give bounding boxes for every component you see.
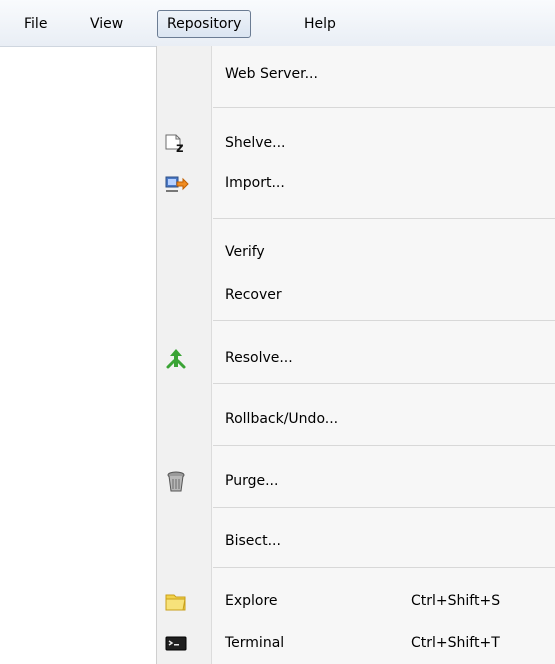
menu-item-import[interactable]: Import... (157, 164, 555, 202)
menu-item-label: Bisect... (225, 533, 281, 549)
shelve-icon: z (163, 130, 189, 156)
folder-icon (163, 588, 189, 614)
menu-item-terminal[interactable]: Terminal Ctrl+Shift+T (157, 624, 555, 662)
menu-separator (213, 445, 555, 446)
menu-item-label: Rollback/Undo... (225, 411, 339, 427)
menu-item-purge[interactable]: Purge... (157, 462, 555, 500)
menu-separator (213, 567, 555, 568)
menu-repository[interactable]: Repository (157, 10, 252, 38)
menu-item-verify[interactable]: Verify (157, 233, 555, 271)
menu-help[interactable]: Help (294, 12, 346, 36)
shortcut-label: Ctrl+Shift+T (411, 635, 500, 651)
menu-item-resolve[interactable]: Resolve... (157, 339, 555, 377)
purge-icon (163, 468, 189, 494)
menu-item-recover[interactable]: Recover (157, 276, 555, 314)
menu-bar: File View Repository Help (0, 0, 555, 47)
menu-item-shelve[interactable]: z Shelve... (157, 124, 555, 162)
menu-item-rollback-undo[interactable]: Rollback/Undo... (157, 400, 555, 438)
menu-item-explore[interactable]: Explore Ctrl+Shift+S (157, 582, 555, 620)
resolve-icon (163, 345, 189, 371)
terminal-icon (163, 630, 189, 656)
menu-file[interactable]: File (14, 12, 57, 36)
menu-separator (213, 107, 555, 108)
menu-item-label: Verify (225, 244, 265, 260)
menu-item-web-server[interactable]: Web Server... (157, 55, 555, 93)
menu-item-label: Web Server... (225, 66, 318, 82)
menu-item-label: Import... (225, 175, 285, 191)
menu-item-label: Terminal (225, 635, 285, 651)
menu-item-label: Recover (225, 287, 282, 303)
menu-item-label: Resolve... (225, 350, 293, 366)
menu-item-label: Shelve... (225, 135, 286, 151)
shortcut-label: Ctrl+Shift+S (411, 593, 501, 609)
menu-item-label: Purge... (225, 473, 279, 489)
repository-dropdown-menu: Web Server... z Shelve... Import... Veri (156, 46, 555, 664)
menu-item-bisect[interactable]: Bisect... (157, 522, 555, 560)
import-icon (163, 170, 189, 196)
menu-separator (213, 507, 555, 508)
menu-separator (213, 383, 555, 384)
svg-text:z: z (176, 141, 184, 156)
menu-view[interactable]: View (80, 12, 133, 36)
menu-separator (213, 218, 555, 219)
menu-item-label: Explore (225, 593, 278, 609)
menu-separator (213, 320, 555, 321)
